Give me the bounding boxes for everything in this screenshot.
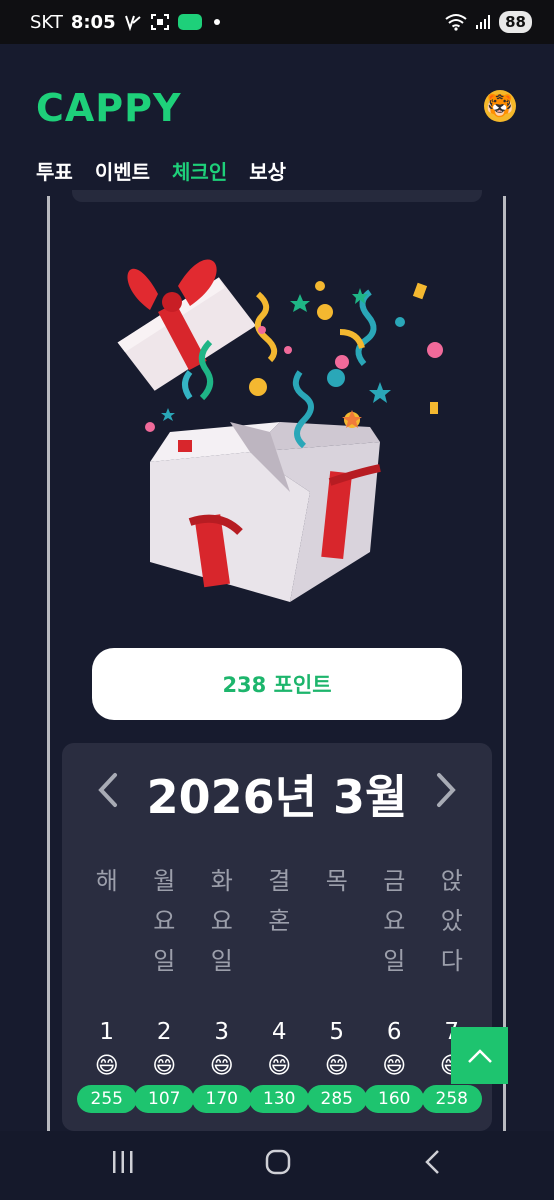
smile-emoji-icon: 😄 — [267, 1053, 292, 1079]
calendar-month-title: 2026년 3월 — [146, 770, 408, 824]
previous-card-edge — [72, 190, 482, 202]
weekday-mon: 월요일 — [153, 867, 176, 975]
status-time: 8:05 — [70, 11, 116, 33]
battery-indicator: 88 — [499, 11, 532, 33]
smile-emoji-icon: 😄 — [94, 1053, 119, 1079]
carrier-label: SKT — [30, 11, 63, 33]
calendar-days-row: 1 😄 255 2 😄 107 3 😄 170 4 😄 130 5 😄 285 … — [76, 1015, 492, 1113]
cappy-logo[interactable]: CAPPY — [36, 86, 182, 130]
points-button[interactable]: 238 포인트 — [92, 648, 462, 720]
wifi-icon — [445, 13, 467, 31]
signal-icon — [475, 14, 491, 30]
calendar-header: 2026년 3월 — [62, 743, 492, 838]
chevron-right-icon — [437, 773, 456, 807]
screenshot-icon — [150, 13, 170, 31]
tab-checkin[interactable]: 체크인 — [172, 156, 227, 185]
calendar-day[interactable]: 5 😄 285 — [306, 1015, 367, 1113]
tab-reward[interactable]: 보상 — [249, 156, 286, 185]
weekday-header-row: 해 월요일 화요일 결혼 목 금요일 앉았다 — [78, 861, 488, 981]
day-points-badge: 255 — [76, 1085, 137, 1113]
next-month-button[interactable] — [426, 765, 466, 815]
recent-apps-icon[interactable] — [111, 1149, 135, 1179]
smile-emoji-icon: 😄 — [324, 1053, 349, 1079]
calendar-day[interactable]: 6 😄 160 — [364, 1015, 425, 1113]
weekday-thu: 목 — [325, 867, 348, 895]
calendar-day[interactable]: 2 😄 107 — [134, 1015, 195, 1113]
home-icon[interactable] — [265, 1149, 291, 1179]
day-points-badge: 170 — [191, 1085, 252, 1113]
notification-dot-icon — [213, 19, 220, 25]
day-number: 2 — [156, 1019, 172, 1045]
main-nav: 투표 이벤트 체크인 보상 — [36, 156, 286, 185]
weekday-tue: 화요일 — [210, 867, 233, 975]
frame-border-left — [47, 196, 50, 1131]
calendar-panel: 2026년 3월 해 월요일 화요일 결혼 목 금요일 앉았다 1 😄 2 55 … — [62, 743, 492, 1131]
calendar-day[interactable]: 4 😄 130 — [249, 1015, 310, 1113]
smile-emoji-icon: 😄 — [209, 1053, 234, 1079]
weekday-sun: 해 — [95, 867, 118, 895]
day-number: 1 — [99, 1019, 115, 1045]
day-points-badge: 285 — [306, 1085, 367, 1113]
back-icon[interactable] — [424, 1149, 442, 1179]
chevron-left-icon — [98, 773, 117, 807]
day-points-badge: 160 — [364, 1085, 425, 1113]
app-notification-icon — [177, 14, 202, 30]
status-bar: SKT 8:05 88 — [0, 0, 554, 44]
vpn-icon — [124, 13, 142, 31]
smile-emoji-icon: 😄 — [382, 1053, 407, 1079]
system-nav-bar — [0, 1131, 554, 1200]
frame-border-right — [503, 196, 506, 1131]
day-number: 6 — [386, 1019, 402, 1045]
gift-box-illustration — [90, 222, 470, 612]
day-number: 3 — [214, 1019, 230, 1045]
day-points-badge: 107 — [134, 1085, 195, 1113]
profile-avatar-icon[interactable]: 🐯 — [484, 90, 516, 122]
smile-emoji-icon: 😄 — [152, 1053, 177, 1079]
tab-event[interactable]: 이벤트 — [95, 156, 150, 185]
day-number: 5 — [329, 1019, 345, 1045]
weekday-sat: 앉았다 — [440, 867, 463, 975]
day-points-badge: 258 — [421, 1085, 482, 1113]
weekday-wed: 결혼 — [268, 867, 291, 935]
day-number: 4 — [271, 1019, 287, 1045]
weekday-fri: 금요일 — [383, 867, 406, 975]
calendar-day[interactable]: 3 😄 170 — [191, 1015, 252, 1113]
tab-vote[interactable]: 투표 — [36, 156, 73, 185]
app-header: CAPPY 🐯 — [0, 44, 554, 144]
chevron-up-icon — [467, 1048, 492, 1063]
gift-box-icon — [117, 259, 443, 602]
calendar-day[interactable]: 1 😄 255 — [76, 1015, 137, 1113]
scroll-to-top-button[interactable] — [451, 1027, 508, 1084]
day-points-badge: 130 — [249, 1085, 310, 1113]
